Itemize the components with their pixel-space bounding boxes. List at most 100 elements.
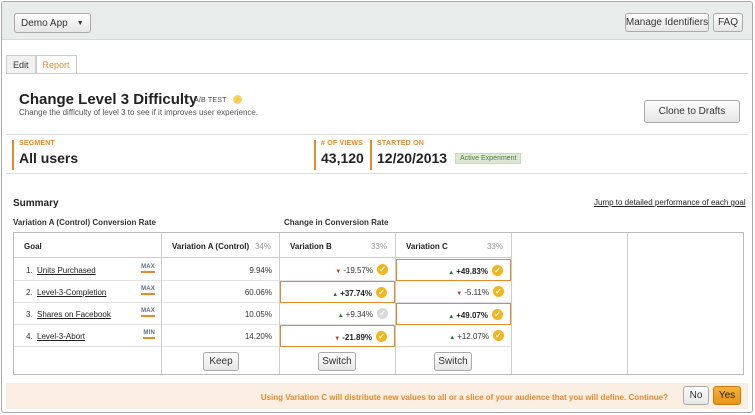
goal-header: Goal (14, 233, 161, 258)
views-value: 43,120 (321, 150, 364, 166)
tab-edit[interactable]: Edit (6, 55, 36, 73)
change-value: ▲ +9.34% (338, 310, 373, 319)
goal-column: Goal 1. Units Purchased MAX 2. Level-3-C… (14, 233, 162, 374)
table-row: 2. Level-3-Completion MAX (14, 281, 161, 303)
change-text: +37.74% (340, 289, 372, 298)
conversion-rate: 9.94% (249, 266, 272, 275)
max-icon: MAX (141, 286, 155, 295)
table-cell: ▼ -19.57% ✓ (280, 259, 395, 281)
manage-identifiers-button[interactable]: Manage Identifiers (625, 13, 709, 32)
faq-button[interactable]: FAQ (713, 13, 743, 32)
goal-link[interactable]: Level-3-Completion (37, 288, 106, 297)
app-window: Demo App ▼ Manage Identifiers FAQ Edit R… (1, 1, 753, 413)
clone-to-drafts-button[interactable]: Clone to Drafts (644, 100, 740, 123)
keep-button[interactable]: Keep (203, 352, 239, 371)
confirmation-bar: Using Variation C will distribute new va… (6, 383, 748, 409)
change-text: +49.83% (456, 267, 488, 276)
variation-a-column: Variation A (Control) 34% 9.94% 60.06% 1… (162, 233, 280, 374)
control-rate-label: Variation A (Control) Conversion Rate (13, 218, 156, 227)
change-value: ▼ -21.89% (334, 333, 372, 342)
change-text: +12.07% (457, 332, 489, 341)
check-icon: ✓ (377, 308, 388, 319)
empty-column (628, 233, 743, 374)
down-arrow-icon: ▼ (456, 291, 463, 297)
conversion-rate: 10.05% (244, 310, 272, 319)
app-selector[interactable]: Demo App ▼ (14, 13, 91, 33)
min-icon: MIN (143, 330, 155, 339)
table-cell: ▲ +9.34% ✓ (280, 303, 395, 325)
started-label: STARTED ON (377, 140, 424, 147)
change-value: ▼ -19.57% (335, 266, 373, 275)
change-text: -5.11% (464, 288, 489, 297)
switch-button[interactable]: Switch (434, 352, 472, 371)
change-value: ▲ +49.83% (448, 267, 488, 276)
variation-a-header: Variation A (Control) 34% (162, 233, 279, 258)
conversion-rate: 60.06% (244, 288, 272, 297)
views-stat: # OF VIEWS 43,120 (314, 140, 364, 170)
variation-b-name: Variation B (290, 242, 332, 251)
table-cell: ▲ +49.07% ✓ (396, 303, 511, 325)
down-arrow-icon: ▼ (334, 336, 341, 342)
goal-link[interactable]: Shares on Facebook (37, 310, 111, 319)
change-text: +9.34% (345, 310, 373, 319)
change-text: -21.89% (342, 333, 372, 342)
chevron-down-icon: ▼ (76, 19, 84, 27)
change-value: ▲ +49.07% (448, 311, 488, 320)
confirmation-message: Using Variation C will distribute new va… (260, 393, 668, 402)
stats-band: SEGMENT All users # OF VIEWS 43,120 STAR… (6, 134, 748, 174)
conversion-rate: 14.20% (244, 332, 272, 341)
table-row: 1. Units Purchased MAX (14, 259, 161, 281)
goal-number: 3. (26, 310, 33, 319)
change-rate-label: Change in Conversion Rate (284, 218, 389, 227)
yes-button[interactable]: Yes (713, 386, 741, 405)
max-icon: MAX (141, 308, 155, 317)
variation-a-footer: Keep (162, 348, 279, 374)
empty-column (512, 233, 628, 374)
check-icon: ✓ (376, 287, 387, 298)
variation-c-footer: Switch (396, 348, 511, 374)
goal-link[interactable]: Units Purchased (37, 266, 96, 275)
check-icon: ✓ (376, 331, 387, 342)
check-icon: ✓ (377, 264, 388, 275)
no-button[interactable]: No (683, 386, 709, 405)
variation-c-column: Variation C 33% ▲ +49.83% ✓ ▼ -5.11% ✓ ▲ +4… (396, 233, 512, 374)
table-cell: 14.20% (162, 325, 279, 347)
table-cell: ▲ +12.07% ✓ (396, 325, 511, 347)
change-value: ▼ -5.11% (456, 288, 489, 297)
change-value: ▲ +37.74% (332, 289, 372, 298)
experiment-description: Change the difficulty of level 3 to see … (19, 108, 259, 117)
switch-button[interactable]: Switch (318, 352, 356, 371)
table-cell: ▲ +37.74% ✓ (280, 281, 395, 303)
summary-title: Summary (13, 198, 59, 209)
goal-number: 1. (26, 266, 33, 275)
up-arrow-icon: ▲ (448, 270, 455, 276)
variation-c-pct: 33% (486, 242, 503, 251)
change-text: -19.57% (343, 266, 373, 275)
views-label: # OF VIEWS (321, 140, 364, 147)
table-row: 3. Shares on Facebook MAX (14, 303, 161, 325)
goal-link[interactable]: Level-3-Abort (37, 332, 85, 341)
table-cell: ▼ -21.89% ✓ (280, 325, 395, 347)
goal-number: 4. (26, 332, 33, 341)
lightning-icon: ⚡ (233, 95, 242, 104)
goal-header-label: Goal (24, 242, 42, 251)
experiment-type-tag: A/B TEST (194, 97, 227, 104)
experiment-header: Change Level 3 Difficulty A/B TEST ⚡ Cha… (6, 74, 748, 130)
jump-to-details-link[interactable]: Jump to detailed performance of each goa… (594, 198, 746, 207)
check-icon: ✓ (492, 309, 503, 320)
change-text: +49.07% (456, 311, 488, 320)
variation-b-footer: Switch (280, 348, 395, 374)
variation-b-header: Variation B 33% (280, 233, 395, 258)
table-cell: 10.05% (162, 303, 279, 325)
variation-c-header: Variation C 33% (396, 233, 511, 258)
table-cell: ▼ -5.11% ✓ (396, 281, 511, 303)
check-icon: ✓ (492, 265, 503, 276)
check-icon: ✓ (493, 330, 504, 341)
tab-report[interactable]: Report (35, 55, 77, 73)
up-arrow-icon: ▲ (448, 314, 455, 320)
variation-b-pct: 33% (370, 242, 387, 251)
table-cell: 9.94% (162, 259, 279, 281)
goal-number: 2. (26, 288, 33, 297)
tab-bar: Edit Report (6, 55, 77, 73)
max-icon: MAX (141, 264, 155, 273)
